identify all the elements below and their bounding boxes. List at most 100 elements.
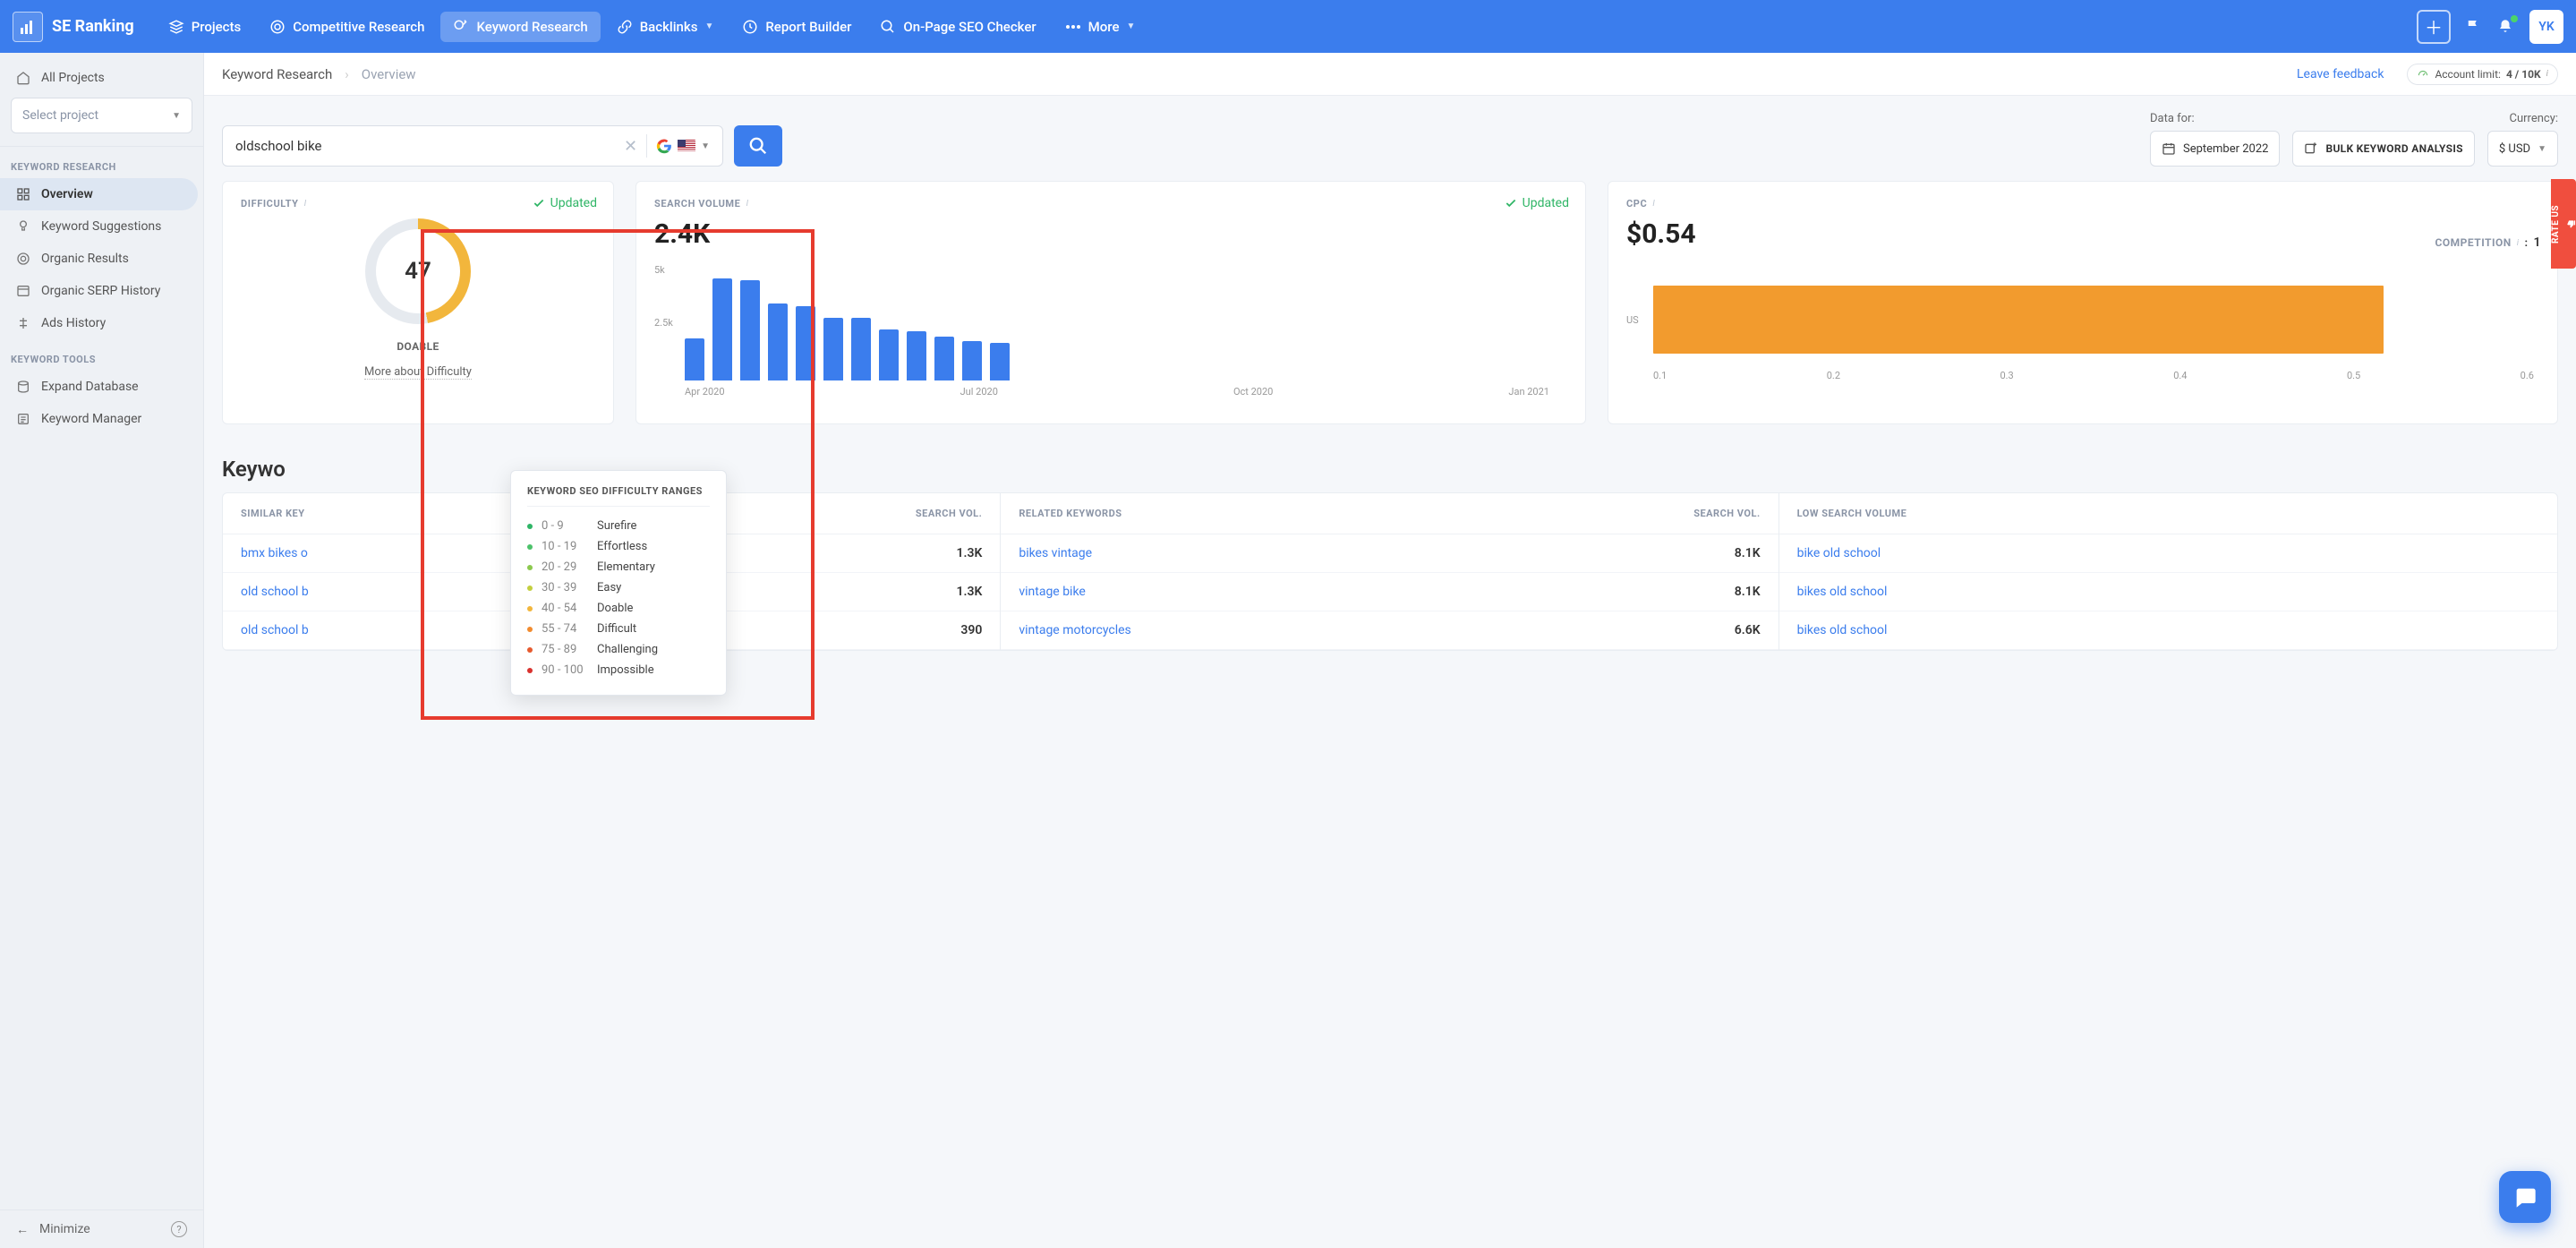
chart-bar xyxy=(962,341,982,380)
cpc-bar xyxy=(1653,286,2384,354)
info-icon[interactable]: i xyxy=(746,199,748,209)
help-icon[interactable]: ? xyxy=(171,1221,187,1237)
sidebar-ads-label: Ads History xyxy=(41,316,106,330)
flag-icon[interactable] xyxy=(2465,18,2483,36)
divider xyxy=(646,134,647,158)
table-row: bike old school xyxy=(1779,534,2557,573)
chat-icon xyxy=(2512,1184,2538,1210)
breadcrumb-root[interactable]: Keyword Research xyxy=(222,66,332,82)
tooltip-range-row: 0 - 9Surefire xyxy=(527,516,710,536)
currency-selector[interactable]: $ USD ▼ xyxy=(2487,131,2558,167)
keyword-link[interactable]: bikes vintage xyxy=(1019,546,1092,560)
sidebar-overview[interactable]: Overview xyxy=(0,178,198,210)
range-label: Surefire xyxy=(597,519,636,533)
chart-bar xyxy=(685,338,704,380)
sidebar-serp-history[interactable]: Organic SERP History xyxy=(0,275,198,307)
sidebar-suggestions[interactable]: Keyword Suggestions xyxy=(0,210,198,243)
chevron-down-icon: ▼ xyxy=(1126,21,1135,31)
account-limit-pill: Account limit: 4 / 10K i xyxy=(2407,64,2558,85)
select-project-placeholder: Select project xyxy=(22,108,98,123)
chart-bar xyxy=(851,318,871,380)
nav-projects[interactable]: Projects xyxy=(156,12,254,42)
nav-keyword-research[interactable]: Keyword Research xyxy=(440,12,600,42)
search-engine-selector[interactable]: ▼ xyxy=(656,138,710,154)
keyword-link[interactable]: bikes old school xyxy=(1797,623,1888,637)
volume-bar-chart: 5k2.5k xyxy=(685,264,1567,380)
leave-feedback-link[interactable]: Leave feedback xyxy=(2297,67,2384,81)
difficulty-card: DIFFICULTY i Updated 47 DOABLE More abou… xyxy=(222,181,614,424)
clear-icon[interactable]: ✕ xyxy=(624,137,637,156)
keyword-link[interactable]: bmx bikes o xyxy=(241,546,308,560)
nav-backlinks-label: Backlinks xyxy=(640,19,698,35)
range-label: Difficult xyxy=(597,622,636,636)
keyword-link[interactable]: old school b xyxy=(241,585,309,599)
volume-x-labels: Apr 2020 Jul 2020 Oct 2020 Jan 2021 xyxy=(685,386,1567,397)
keyword-link[interactable]: bike old school xyxy=(1797,546,1881,560)
user-avatar[interactable]: YK xyxy=(2529,10,2563,44)
sidebar-organic[interactable]: Organic Results xyxy=(0,243,198,275)
chart-bar xyxy=(823,318,843,380)
info-icon[interactable]: i xyxy=(1652,199,1655,209)
add-button[interactable]: ＋ xyxy=(2417,10,2451,44)
col-head-similar: SIMILAR KEY xyxy=(241,508,305,519)
nav-onpage-label: On-Page SEO Checker xyxy=(903,19,1036,35)
nav-report-label: Report Builder xyxy=(765,19,851,35)
nav-backlinks[interactable]: Backlinks ▼ xyxy=(604,12,727,42)
select-project-dropdown[interactable]: Select project ▼ xyxy=(11,98,192,133)
chevron-down-icon: ▼ xyxy=(2538,144,2546,154)
chart-bar xyxy=(796,306,815,380)
volume-title: SEARCH VOLUME xyxy=(654,198,740,209)
brand-logo-icon[interactable] xyxy=(13,12,43,42)
bulk-analysis-button[interactable]: BULK KEYWORD ANALYSIS xyxy=(2292,131,2474,167)
info-icon: i xyxy=(2546,69,2548,79)
range-value: 40 - 54 xyxy=(542,602,588,615)
keyword-link[interactable]: vintage bike xyxy=(1019,585,1086,599)
sidebar-minimize[interactable]: ← Minimize xyxy=(16,1222,90,1237)
col-head-related: RELATED KEYWORDS xyxy=(1019,508,1122,519)
nav-report-builder[interactable]: Report Builder xyxy=(729,12,864,42)
sidebar-all-projects-label: All Projects xyxy=(41,71,105,85)
nav-more[interactable]: More ▼ xyxy=(1053,12,1148,42)
sidebar-ads-history[interactable]: Ads History xyxy=(0,307,198,339)
tooltip-title: KEYWORD SEO DIFFICULTY RANGES xyxy=(527,485,710,497)
info-icon[interactable]: i xyxy=(304,199,307,209)
cpc-row-label: US xyxy=(1626,314,1646,326)
keyword-search-input[interactable] xyxy=(235,138,615,154)
range-dot-icon xyxy=(527,606,533,611)
nav-keyword-label: Keyword Research xyxy=(476,19,587,35)
nav-competitive[interactable]: Competitive Research xyxy=(257,12,437,42)
sidebar-all-projects[interactable]: All Projects xyxy=(11,65,187,98)
sidebar-expand-db[interactable]: Expand Database xyxy=(0,371,198,403)
sidebar-section-tools: KEYWORD TOOLS xyxy=(0,339,203,371)
search-volume-card: SEARCH VOLUME i Updated 2.4K 5k2.5k xyxy=(635,181,1586,424)
rate-us-tab[interactable]: RATE US xyxy=(2551,179,2576,269)
chat-fab[interactable] xyxy=(2499,1171,2551,1223)
sidebar-keyword-manager[interactable]: Keyword Manager xyxy=(0,403,198,435)
search-button[interactable] xyxy=(734,125,782,167)
keyword-link[interactable]: old school b xyxy=(241,623,309,637)
sidebar-organic-label: Organic Results xyxy=(41,252,129,266)
cpc-title: CPC xyxy=(1626,198,1647,209)
chart-bar xyxy=(879,329,899,380)
check-icon xyxy=(1505,197,1517,209)
info-icon[interactable]: i xyxy=(2517,238,2520,248)
difficulty-score: 47 xyxy=(376,229,460,313)
us-flag-icon xyxy=(678,140,695,152)
difficulty-more-link[interactable]: More about Difficulty xyxy=(364,365,472,380)
breadcrumb-current: Overview xyxy=(362,66,416,82)
bell-icon[interactable] xyxy=(2497,18,2515,36)
nav-projects-label: Projects xyxy=(192,19,242,35)
nav-competitive-label: Competitive Research xyxy=(293,19,424,35)
data-for-selector[interactable]: September 2022 xyxy=(2150,131,2281,167)
keyword-link[interactable]: vintage motorcycles xyxy=(1019,623,1130,637)
table-row: bikes old school xyxy=(1779,611,2557,650)
keyword-link[interactable]: bikes old school xyxy=(1797,585,1888,599)
nav-onpage-checker[interactable]: On-Page SEO Checker xyxy=(867,12,1048,42)
range-value: 30 - 39 xyxy=(542,581,588,594)
sidebar-expand-label: Expand Database xyxy=(41,380,139,394)
calendar-icon xyxy=(2162,141,2176,156)
range-label: Doable xyxy=(597,602,633,615)
list-plus-icon xyxy=(2304,141,2318,156)
search-icon xyxy=(748,136,768,156)
sidebar-serp-label: Organic SERP History xyxy=(41,284,160,298)
